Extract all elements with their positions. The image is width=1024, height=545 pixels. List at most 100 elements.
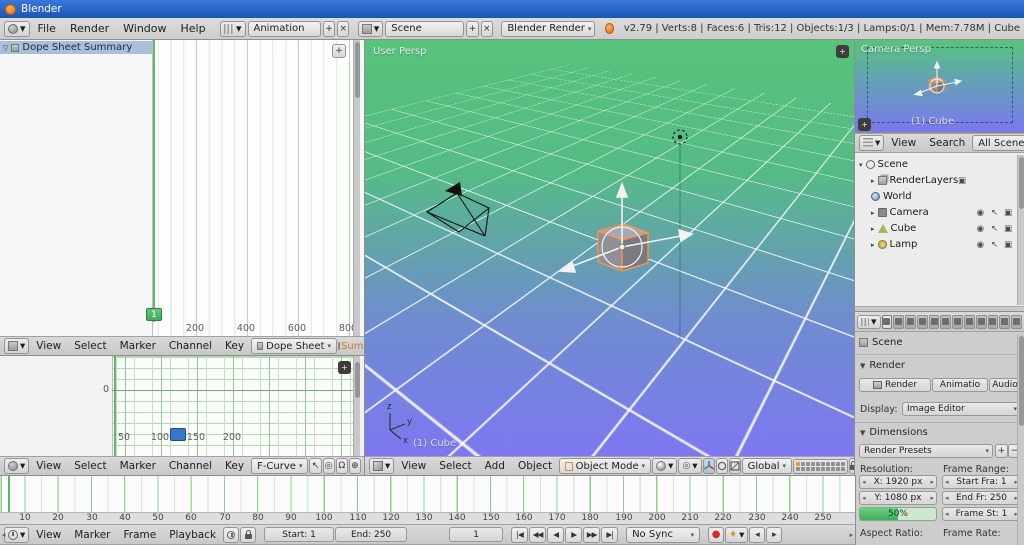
outliner-item-label[interactable]: Camera	[890, 207, 929, 218]
renderability-icon[interactable]: ▣	[1004, 208, 1012, 218]
start-frame-field[interactable]: ◂ Start: 1 ▸	[264, 527, 334, 542]
graph-menu-select[interactable]: Select	[68, 459, 112, 473]
close-screen-layout-button[interactable]: ×	[337, 21, 349, 37]
resolution-percentage-slider[interactable]: 50%	[859, 507, 937, 521]
graph-menu-key[interactable]: Key	[219, 459, 250, 473]
render-panel-header[interactable]: ▼ Render	[860, 360, 905, 371]
selectability-icon[interactable]: ↖	[991, 224, 998, 234]
display-mode-select[interactable]: Image Editor ▾	[902, 402, 1021, 416]
menu-file[interactable]: File	[32, 21, 62, 36]
properties-scrollbar[interactable]	[1017, 334, 1024, 545]
viewport-menu-select[interactable]: Select	[433, 459, 477, 473]
timeline-menu-frame[interactable]: Frame	[118, 528, 163, 542]
graph-mode-select[interactable]: F-Curve ▾	[251, 458, 308, 474]
visibility-icon[interactable]: ◉	[977, 224, 984, 234]
end-frame-field[interactable]: ◂ End: 250 ▸	[335, 527, 407, 542]
scrollbar-thumb[interactable]	[355, 362, 360, 398]
tab-particles[interactable]	[999, 315, 1010, 329]
outliner-menu-view[interactable]: View	[885, 136, 922, 150]
viewport-shading-button[interactable]: ▾	[652, 458, 677, 474]
increment-icon[interactable]: ▸	[930, 478, 934, 486]
graph-menu-channel[interactable]: Channel	[163, 459, 218, 473]
tab-object-data[interactable]	[964, 315, 975, 329]
dopesheet-menu-channel[interactable]: Channel	[163, 339, 218, 353]
tab-object[interactable]	[929, 315, 940, 329]
expand-icon[interactable]: ▸	[871, 177, 875, 185]
editor-type-button-graph[interactable]: ▾	[4, 458, 29, 474]
timeline-menu-playback[interactable]: Playback	[163, 528, 222, 542]
lock-time-cursor-button[interactable]	[240, 527, 256, 543]
scrollbar-thumb[interactable]	[1019, 336, 1024, 426]
outliner-scrollbar[interactable]	[1017, 155, 1024, 305]
selectability-icon[interactable]: ↖	[991, 240, 998, 250]
pivot-point-button[interactable]: ◎ ▾	[678, 458, 701, 474]
decrement-icon[interactable]: ◂	[862, 478, 866, 486]
dopesheet-menu-key[interactable]: Key	[219, 339, 250, 353]
screen-layout-field[interactable]: Animation	[248, 21, 321, 37]
manipulator-center[interactable]	[619, 244, 625, 250]
keying-set-select[interactable]: ♦ ▾	[725, 527, 748, 543]
expand-icon[interactable]: ▾	[859, 161, 863, 169]
timeline-current-frame-line[interactable]	[8, 476, 10, 512]
outliner-row-camera[interactable]: ▸ Camera ◉ ↖ ▣	[855, 205, 1024, 220]
zoom-tool-button[interactable]: ⊕	[349, 458, 361, 474]
expand-icon[interactable]: ▸	[871, 225, 875, 233]
renderability-icon[interactable]: ▣	[958, 176, 966, 186]
jump-to-end-button[interactable]: ▶|	[601, 527, 618, 543]
sync-mode-select[interactable]: No Sync ▾	[626, 527, 700, 543]
frame-end-field[interactable]: ◂ End Fr: 250 ▸	[942, 491, 1021, 505]
selectability-icon[interactable]: ↖	[991, 208, 998, 218]
camera-object[interactable]	[427, 193, 489, 236]
transform-orientation-select[interactable]: Global ▾	[742, 458, 792, 474]
cursor-tool-button[interactable]: ↖	[309, 458, 321, 474]
timeline-menu-marker[interactable]: Marker	[68, 528, 116, 542]
tab-texture[interactable]	[988, 315, 999, 329]
decrement-icon[interactable]: ◂	[945, 478, 949, 486]
manipulator-rotate-button[interactable]	[716, 458, 728, 474]
mode-select[interactable]: Object Mode ▾	[559, 458, 651, 474]
frame-start-field[interactable]: ◂ Start Fra: 1 ▸	[942, 475, 1021, 489]
snap-magnet-button[interactable]: Ω	[336, 458, 348, 474]
dope-sheet-current-frame-line[interactable]	[153, 40, 155, 322]
pivot-point-button[interactable]: ◎	[323, 458, 335, 474]
scrollbar-thumb[interactable]	[1019, 157, 1024, 209]
decrement-icon[interactable]: ◂	[862, 494, 866, 502]
dimensions-panel-header[interactable]: ▼ Dimensions	[860, 427, 928, 438]
outliner-row-renderlayers[interactable]: ▸ RenderLayers ▣	[855, 173, 1024, 188]
outliner-row-world[interactable]: World	[855, 189, 1024, 204]
dopesheet-menu-marker[interactable]: Marker	[114, 339, 162, 353]
manipulator-scale-button[interactable]	[729, 458, 741, 474]
graph-menu-marker[interactable]: Marker	[114, 459, 162, 473]
frame-step-field[interactable]: ◂ Frame St: 1 ▸	[942, 507, 1021, 521]
outliner-row-scene[interactable]: ▾ Scene	[855, 157, 1024, 172]
jump-to-start-button[interactable]: |◀	[511, 527, 528, 543]
region-collapse-button[interactable]: +	[338, 361, 351, 374]
scene-name-field[interactable]: Scene	[385, 21, 464, 37]
tab-world[interactable]	[917, 315, 928, 329]
dope-sheet-scrollbar[interactable]	[353, 40, 360, 336]
dopesheet-menu-view[interactable]: View	[30, 339, 67, 353]
dope-sheet-summary-channel[interactable]: ▽ Dope Sheet Summary	[0, 41, 152, 54]
editor-type-button-properties[interactable]: ▾	[857, 315, 881, 329]
render-animation-button[interactable]: Animatio	[932, 378, 988, 392]
outliner-item-label[interactable]: RenderLayers	[890, 175, 959, 186]
insert-keyframe-button[interactable]: ◂	[749, 527, 765, 543]
collapse-channel-icon[interactable]: ▽	[3, 44, 8, 52]
dope-sheet-mode-select[interactable]: Dope Sheet ▾	[251, 338, 337, 354]
camera-preview-viewport[interactable]: Camera Persp (1) Cube +	[855, 40, 1024, 133]
tab-render-layers[interactable]	[893, 315, 904, 329]
previous-keyframe-button[interactable]: ◀◀	[529, 527, 546, 543]
renderability-icon[interactable]: ▣	[1004, 224, 1012, 234]
visibility-icon[interactable]: ◉	[977, 208, 984, 218]
menu-help[interactable]: Help	[175, 21, 212, 36]
dopesheet-menu-select[interactable]: Select	[68, 339, 112, 353]
decrement-icon[interactable]: ◂	[945, 510, 949, 518]
add-screen-layout-button[interactable]: +	[323, 21, 335, 37]
viewport-menu-view[interactable]: View	[395, 459, 432, 473]
editor-type-button-dopesheet[interactable]: ▾	[4, 338, 29, 354]
tab-render[interactable]	[882, 315, 893, 329]
outliner-item-label[interactable]: Cube	[891, 223, 917, 234]
outliner-display-mode-select[interactable]: All Scenes ▾	[972, 135, 1024, 151]
graph-menu-view[interactable]: View	[30, 459, 67, 473]
renderability-icon[interactable]: ▣	[1004, 240, 1012, 250]
